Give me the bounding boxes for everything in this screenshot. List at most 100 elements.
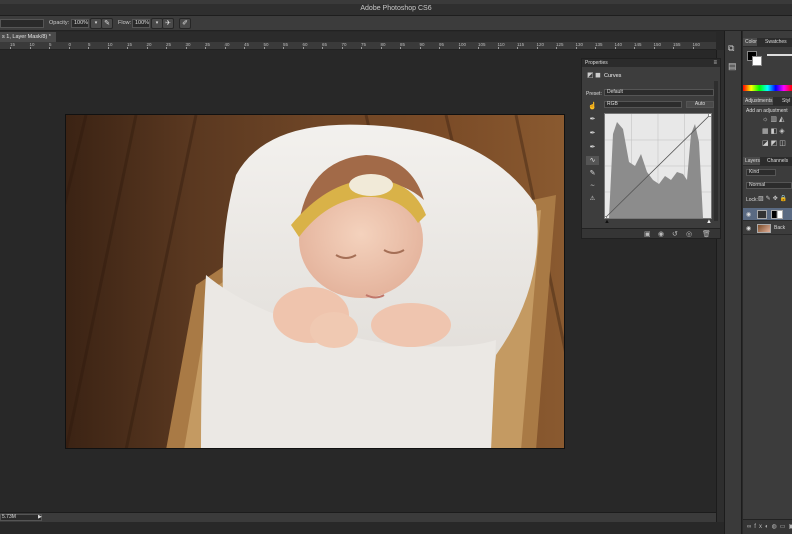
auto-button[interactable]: Auto (686, 101, 714, 108)
curves-layer-thumbnail[interactable] (757, 210, 767, 219)
adjustment-row3-icons[interactable]: ◪◩◫ (762, 139, 788, 147)
horizontal-ruler[interactable]: 15 10 5 0 5 10 15 20 25 30 35 40 45 50 55 60 65 70 75 80 85 9… (0, 42, 716, 50)
ruler-tick-label: 70 (341, 42, 347, 49)
layer-row-background[interactable]: ◉ Back (743, 222, 792, 235)
ruler-tick-label: 0 (68, 42, 72, 49)
preset-dropdown[interactable]: Default (604, 89, 714, 96)
color-ramp[interactable] (743, 85, 792, 91)
document-tab[interactable]: s 1, Layer Mask/8) * (0, 32, 56, 42)
ruler-tick-label: 150 (653, 42, 662, 49)
flow-label: Flow: (118, 20, 132, 26)
color-panel-header: Color Swatches (743, 38, 792, 47)
white-point-slider-icon[interactable]: ▲ (706, 219, 712, 225)
ruler-tick-label: 90 (419, 42, 425, 49)
status-menu-arrow-icon[interactable]: ▶ (38, 514, 42, 520)
white-point-eyedropper-icon[interactable]: ✒ (586, 143, 599, 152)
add-adjustment-text: Add an adjustment (746, 108, 788, 114)
background-color-swatch[interactable] (752, 56, 762, 66)
draw-curve-icon[interactable]: ✎ (586, 169, 599, 178)
channels-tab[interactable]: Channels (765, 157, 788, 165)
ruler-tick-label: 5 (49, 42, 52, 49)
smooth-curve-icon[interactable]: ∼ (586, 182, 599, 191)
ruler-tick-label: 80 (380, 42, 386, 49)
lock-icons[interactable]: ▨✎✥🔒 (758, 195, 789, 202)
properties-footer: ▣ ◉ ↺ ◎ 🗑 (582, 228, 720, 238)
adjustment-row2-icons[interactable]: ▦◧◈ (762, 127, 787, 135)
adjustments-tab[interactable]: Adjustments (743, 97, 773, 105)
bottom-strip (0, 522, 716, 534)
clipping-warning-icon[interactable]: ⚠ (586, 195, 599, 204)
ruler-tick-label: 35 (205, 42, 211, 49)
panel-menu-icon[interactable]: ≡ (713, 59, 717, 67)
styles-tab[interactable]: Styl (780, 97, 790, 105)
right-panel-column: Color Swatches Adjustments Styl Add an a… (743, 31, 792, 534)
layer-visibility-eye-icon[interactable]: ◉ (746, 225, 751, 232)
ruler-tick-label: 85 (400, 42, 406, 49)
visibility-icon[interactable]: ◎ (686, 230, 692, 238)
black-point-eyedropper-icon[interactable]: ✒ (586, 115, 599, 124)
layers-panel-header: Layers Channels (743, 157, 792, 166)
properties-tab-label[interactable]: Properties (585, 60, 608, 66)
swatches-tab[interactable]: Swatches (763, 38, 787, 46)
ruler-tick-label: 105 (478, 42, 486, 49)
layer-filter-dropdown[interactable]: Kind (746, 169, 776, 176)
adjustments-panel-header: Adjustments Styl (743, 97, 792, 106)
ruler-tick-label: 25 (166, 42, 172, 49)
delete-icon[interactable]: 🗑 (702, 230, 711, 238)
ruler-tick-label: 120 (536, 42, 545, 49)
channel-dropdown[interactable]: RGB (604, 101, 682, 108)
clip-to-layer-icon[interactable]: ▣ (644, 230, 651, 238)
background-layer-name[interactable]: Back (774, 225, 785, 231)
ruler-tick-label: 160 (692, 42, 701, 49)
doc-size-field[interactable]: 5.73M (0, 514, 42, 521)
curves-adjustment-icon: ◩ (587, 72, 594, 79)
ruler-tick-label: 115 (517, 42, 525, 49)
curves-graph[interactable] (603, 113, 712, 220)
layer-mask-thumbnail[interactable] (771, 210, 783, 219)
properties-panel-icon[interactable]: ▤ (728, 61, 737, 72)
color-tab[interactable]: Color (743, 38, 757, 46)
properties-panel-title: Curves (604, 73, 622, 79)
edit-points-curve-icon[interactable]: ∿ (586, 156, 599, 165)
layers-tab[interactable]: Layers (743, 157, 761, 165)
opacity-field[interactable]: 100% (71, 19, 89, 28)
ruler-tick-label: 40 (224, 42, 230, 49)
ruler-tick-label: 145 (634, 42, 642, 49)
ruler-tick-label: 5 (88, 42, 91, 49)
gray-point-eyedropper-icon[interactable]: ✒ (586, 129, 599, 138)
background-layer-thumbnail[interactable] (757, 224, 771, 233)
properties-scrollbar[interactable] (714, 81, 718, 221)
panel-dock-strip: ⧉ ▤ (724, 31, 742, 534)
pressure-opacity-icon[interactable]: ✎ (101, 18, 113, 29)
ruler-tick-label: 140 (614, 42, 623, 49)
blend-mode-dropdown[interactable]: Normal (746, 182, 792, 189)
layers-footer: ∞fx◐◍▭▣ (743, 519, 792, 534)
airbrush-icon[interactable]: ✈ (162, 18, 174, 29)
layer-row-curves[interactable]: ◉ (743, 208, 792, 221)
history-panel-icon[interactable]: ⧉ (728, 43, 734, 54)
ruler-tick-label: 45 (244, 42, 250, 49)
options-bar: Opacity: 100% ▾ ✎ Flow: 100% ▾ ✈ ✐ (0, 16, 792, 31)
flow-field[interactable]: 100% (132, 19, 150, 28)
adjustment-row1-icons[interactable]: ☼▥◭ (762, 115, 786, 123)
layer-visibility-eye-icon[interactable]: ◉ (746, 211, 751, 218)
ruler-tick-label: 95 (439, 42, 445, 49)
ruler-tick-label: 15 (10, 42, 16, 49)
ruler-tick-label: 110 (497, 42, 505, 49)
properties-panel: Properties ≡ ◩ ◼ Curves Preset: Default … (581, 58, 721, 239)
ruler-tick-label: 65 (322, 42, 328, 49)
view-previous-icon[interactable]: ◉ (658, 230, 664, 238)
target-adjustment-icon[interactable]: ☝ (586, 102, 599, 111)
reset-icon[interactable]: ↺ (672, 230, 678, 238)
ruler-tick-label: 10 (29, 42, 35, 49)
mask-icon[interactable]: ◼ (595, 71, 601, 79)
document-image[interactable] (65, 114, 565, 449)
color-slider[interactable] (767, 54, 792, 56)
black-point-slider-icon[interactable]: ▲ (604, 219, 610, 225)
brush-preset-picker[interactable] (0, 19, 44, 28)
pressure-size-icon[interactable]: ✐ (179, 18, 191, 29)
properties-panel-header[interactable]: Properties ≡ (582, 59, 720, 67)
preset-label: Preset: (586, 91, 602, 97)
layer-footer-icons[interactable]: ∞fx◐◍▭▣ (747, 523, 792, 530)
opacity-label: Opacity: (49, 20, 70, 26)
